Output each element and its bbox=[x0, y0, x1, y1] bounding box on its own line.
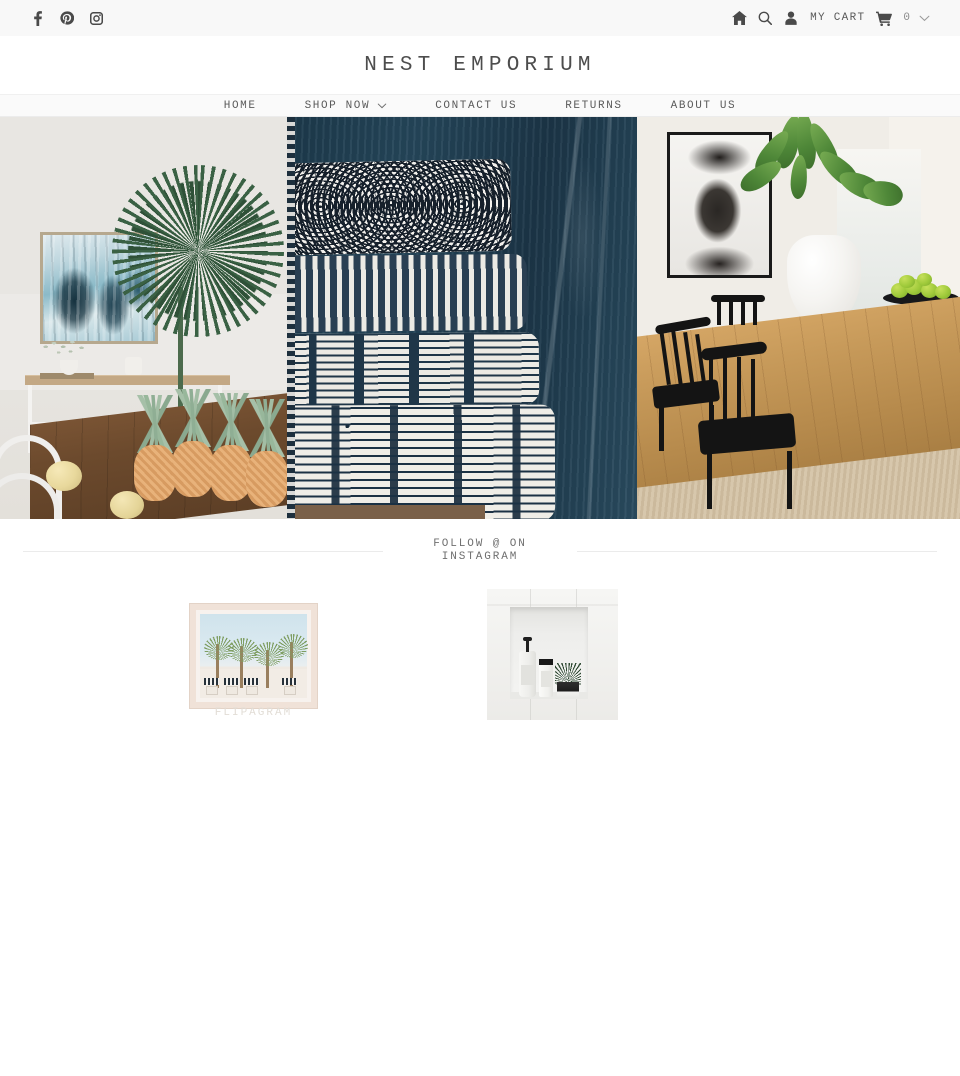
pump-dispenser bbox=[523, 637, 532, 652]
potted-succulent bbox=[555, 663, 581, 697]
cushion-4 bbox=[295, 404, 556, 519]
cushion-3 bbox=[295, 332, 540, 406]
instagram-heading-line2: INSTAGRAM bbox=[441, 551, 519, 563]
page-footer-space bbox=[0, 719, 960, 1075]
instagram-section: FOLLOW @ ON INSTAGRAM bbox=[0, 519, 960, 719]
instagram-heading-line1: FOLLOW @ ON bbox=[433, 538, 527, 550]
soap-bottle-small bbox=[539, 659, 553, 697]
instagram-post-palm-print[interactable]: FLIPAGRAM bbox=[189, 603, 318, 719]
divider-left bbox=[23, 550, 384, 552]
instagram-heading: FOLLOW @ ON INSTAGRAM bbox=[433, 538, 527, 564]
pineapple-group bbox=[130, 389, 295, 519]
instagram-feed: FLIPAGRAM bbox=[0, 0, 960, 720]
soap-bottle-large bbox=[519, 651, 536, 697]
divider-right bbox=[576, 550, 937, 552]
cushion-2 bbox=[295, 253, 528, 333]
instagram-heading-row: FOLLOW @ ON INSTAGRAM bbox=[0, 527, 960, 575]
flipagram-watermark: FLIPAGRAM bbox=[214, 707, 293, 719]
instagram-post-bathroom-niche[interactable] bbox=[487, 589, 618, 720]
palm-print-image bbox=[200, 614, 308, 698]
